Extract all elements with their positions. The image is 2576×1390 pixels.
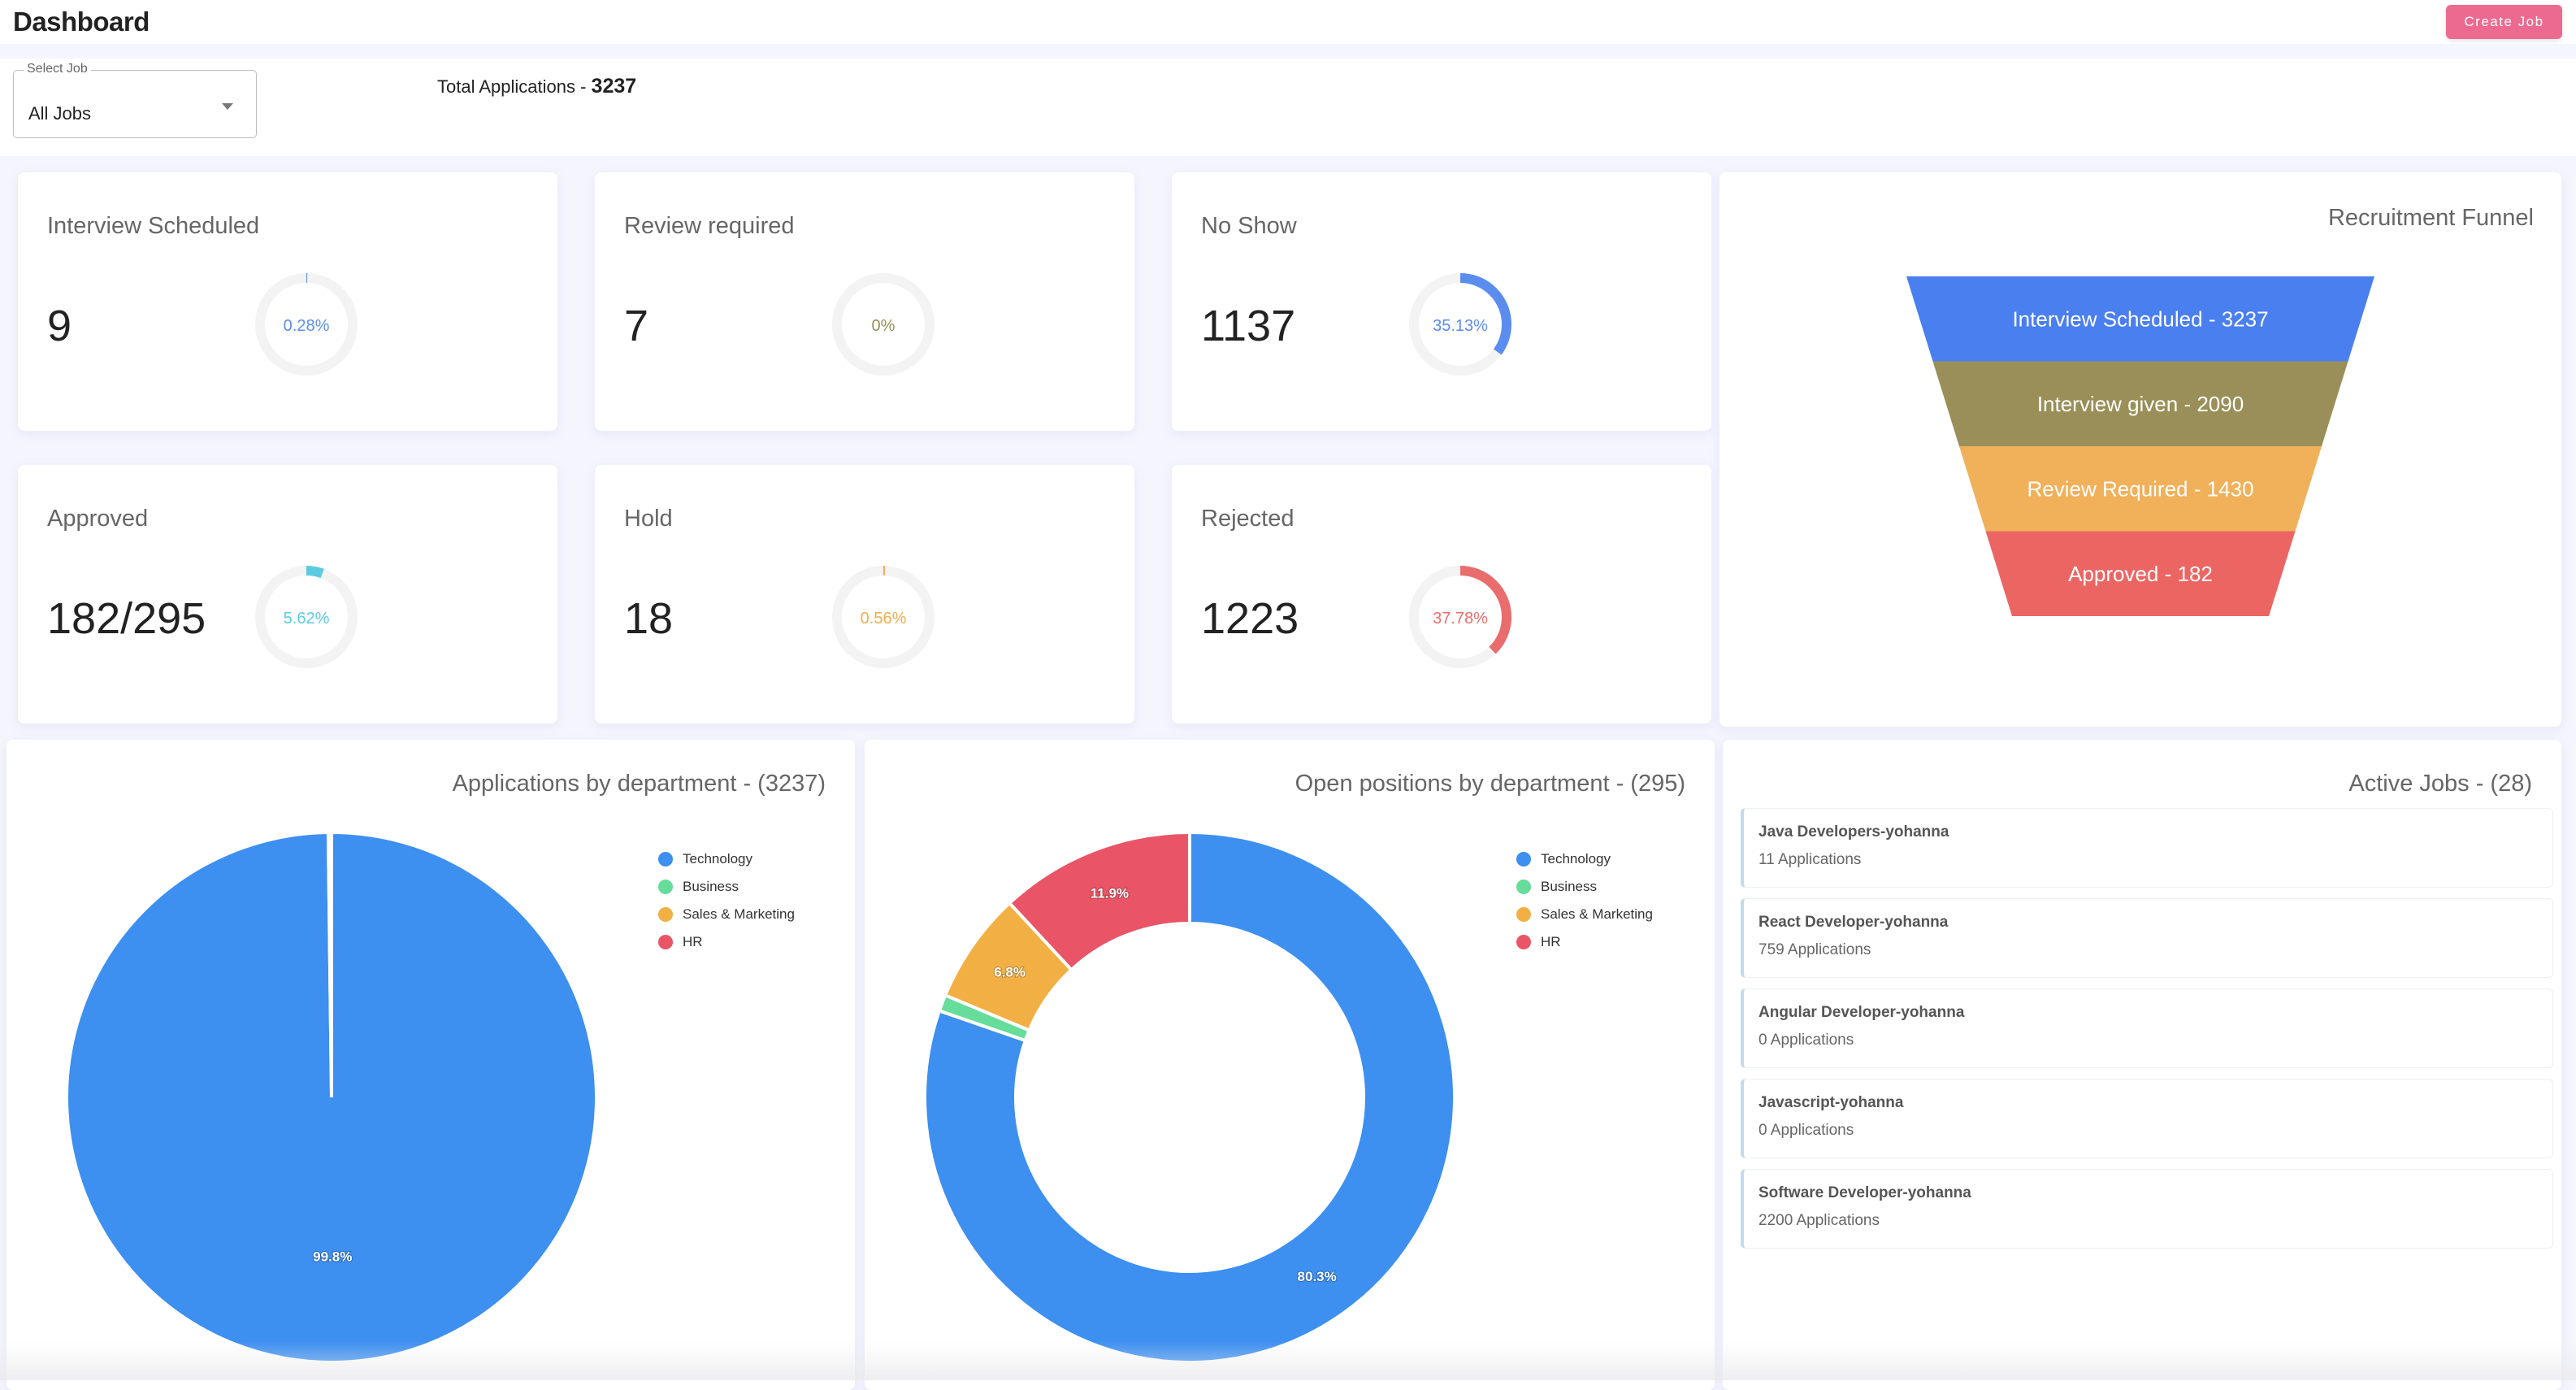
progress-ring: 5.62% bbox=[254, 564, 359, 670]
legend-label: Business bbox=[683, 879, 739, 894]
stat-card-interview-scheduled[interactable]: Interview Scheduled 9 0.28% bbox=[18, 172, 557, 431]
job-title: Java Developers-yohanna bbox=[1759, 823, 1949, 841]
job-list-item[interactable]: Java Developers-yohanna 11 Applications bbox=[1741, 808, 2553, 888]
select-job-dropdown[interactable]: Select Job All Jobs bbox=[13, 62, 257, 138]
active-jobs-title: Active Jobs - (28) bbox=[2348, 771, 2532, 797]
stat-value: 7 bbox=[624, 302, 649, 350]
stat-title: Hold bbox=[624, 506, 673, 532]
stat-value: 182/295 bbox=[47, 594, 206, 643]
chevron-down-icon bbox=[222, 103, 233, 110]
pie-data-label: 99.8% bbox=[313, 1249, 352, 1265]
stat-card-rejected[interactable]: Rejected 1223 37.78% bbox=[1172, 465, 1711, 723]
page-title: Dashboard bbox=[13, 7, 150, 37]
legend-item[interactable]: Sales & Marketing bbox=[1516, 901, 1653, 928]
active-jobs-panel: Active Jobs - (28) Java Developers-yohan… bbox=[1723, 740, 2561, 1390]
total-applications: Total Applications - 3237 bbox=[437, 75, 636, 98]
funnel-segment-label: Interview given - 2090 bbox=[2037, 392, 2244, 416]
funnel-chart: Interview Scheduled - 3237 Interview give… bbox=[1906, 276, 2374, 616]
legend-dot-icon bbox=[658, 935, 673, 949]
job-application-count: 0 Applications bbox=[1759, 1122, 1854, 1139]
stat-title: Review required bbox=[624, 213, 795, 239]
ring-percent-label: 35.13% bbox=[1433, 316, 1488, 335]
active-jobs-list: Java Developers-yohanna 11 Applications … bbox=[1741, 808, 2553, 1259]
stat-card-no-show[interactable]: No Show 1137 35.13% bbox=[1172, 172, 1711, 431]
job-application-count: 0 Applications bbox=[1759, 1032, 1854, 1049]
stat-value: 1137 bbox=[1201, 302, 1296, 350]
stat-card-approved[interactable]: Approved 182/295 5.62% bbox=[18, 465, 557, 723]
stat-value: 9 bbox=[47, 302, 72, 350]
job-title: Javascript-yohanna bbox=[1759, 1094, 1904, 1111]
total-applications-value: 3237 bbox=[591, 75, 637, 98]
legend-dot-icon bbox=[658, 880, 673, 894]
progress-ring: 37.78% bbox=[1407, 564, 1513, 670]
progress-ring: 0.56% bbox=[830, 564, 936, 670]
select-job-value: All Jobs bbox=[28, 103, 92, 124]
stat-value: 1223 bbox=[1201, 594, 1299, 643]
legend-item[interactable]: HR bbox=[658, 928, 795, 956]
ring-percent-label: 0.56% bbox=[860, 609, 907, 628]
pie-data-label: 11.9% bbox=[1091, 886, 1129, 901]
create-job-button[interactable]: Create Job bbox=[2446, 5, 2562, 39]
legend-label: Sales & Marketing bbox=[1541, 906, 1653, 922]
ring-percent-label: 5.62% bbox=[283, 609, 330, 628]
select-job-label: Select Job bbox=[24, 62, 91, 76]
chart-legend: Technology Business Sales & Marketing HR bbox=[1516, 845, 1653, 956]
legend-label: Technology bbox=[683, 851, 753, 867]
legend-dot-icon bbox=[658, 852, 673, 867]
ring-percent-label: 37.78% bbox=[1433, 609, 1488, 628]
legend-item[interactable]: Technology bbox=[658, 845, 795, 873]
chart-legend: Technology Business Sales & Marketing HR bbox=[658, 845, 795, 956]
legend-label: Sales & Marketing bbox=[683, 906, 795, 922]
stat-title: No Show bbox=[1201, 213, 1297, 239]
legend-dot-icon bbox=[658, 907, 673, 922]
progress-ring: 0.28% bbox=[254, 271, 359, 377]
stat-title: Rejected bbox=[1201, 506, 1295, 532]
funnel-segment-label: Review Required - 1430 bbox=[2027, 476, 2254, 501]
recruitment-funnel-card: Recruitment Funnel Interview Scheduled -… bbox=[1720, 172, 2561, 727]
job-list-item[interactable]: React Developer-yohanna 759 Applications bbox=[1741, 898, 2553, 978]
open-positions-donut-chart: 80.3% 6.8% 11.9% bbox=[923, 830, 1456, 1364]
stat-title: Approved bbox=[47, 506, 149, 532]
legend-label: Technology bbox=[1541, 851, 1611, 867]
open-positions-by-department-panel: Open positions by department - (295) 80.… bbox=[865, 740, 1715, 1390]
stat-card-review-required[interactable]: Review required 7 0% bbox=[595, 172, 1134, 431]
legend-dot-icon bbox=[1516, 852, 1531, 867]
ring-percent-label: 0% bbox=[871, 316, 896, 335]
job-application-count: 11 Applications bbox=[1759, 851, 1862, 868]
job-application-count: 759 Applications bbox=[1759, 941, 1871, 958]
applications-pie-chart: 99.8% bbox=[65, 830, 599, 1364]
top-bar: Dashboard Create Job bbox=[0, 0, 2576, 44]
filter-bar bbox=[0, 59, 2576, 156]
job-list-item[interactable]: Software Developer-yohanna 2200 Applicat… bbox=[1741, 1169, 2553, 1249]
applications-by-department-panel: Applications by department - (3237) 99.8… bbox=[7, 740, 855, 1390]
progress-ring: 35.13% bbox=[1407, 271, 1513, 377]
job-list-item[interactable]: Javascript-yohanna 0 Applications bbox=[1741, 1079, 2553, 1158]
legend-item[interactable]: HR bbox=[1516, 928, 1653, 956]
pie-data-label: 6.8% bbox=[994, 964, 1026, 980]
legend-dot-icon bbox=[1516, 907, 1531, 922]
stat-value: 18 bbox=[624, 594, 674, 643]
legend-label: Business bbox=[1541, 879, 1597, 894]
stat-card-hold[interactable]: Hold 18 0.56% bbox=[595, 465, 1134, 723]
job-title: Software Developer-yohanna bbox=[1759, 1184, 1971, 1201]
job-application-count: 2200 Applications bbox=[1759, 1212, 1880, 1229]
legend-item[interactable]: Sales & Marketing bbox=[658, 901, 795, 928]
legend-item[interactable]: Business bbox=[658, 873, 795, 901]
legend-item[interactable]: Business bbox=[1516, 873, 1653, 901]
ring-percent-label: 0.28% bbox=[283, 316, 330, 335]
funnel-segment-label: Interview Scheduled - 3237 bbox=[2012, 306, 2268, 331]
pie-data-label: 80.3% bbox=[1298, 1269, 1337, 1284]
job-title: Angular Developer-yohanna bbox=[1759, 1004, 1965, 1021]
legend-item[interactable]: Technology bbox=[1516, 845, 1653, 873]
job-title: React Developer-yohanna bbox=[1759, 914, 1949, 931]
stat-title: Interview Scheduled bbox=[47, 213, 260, 239]
legend-label: HR bbox=[683, 934, 703, 949]
total-applications-label: Total Applications - bbox=[437, 76, 592, 97]
job-list-item[interactable]: Angular Developer-yohanna 0 Applications bbox=[1741, 988, 2553, 1068]
legend-dot-icon bbox=[1516, 880, 1531, 894]
legend-label: HR bbox=[1541, 934, 1561, 949]
legend-dot-icon bbox=[1516, 935, 1531, 949]
progress-ring: 0% bbox=[830, 271, 936, 377]
funnel-segment-label: Approved - 182 bbox=[2068, 562, 2213, 586]
